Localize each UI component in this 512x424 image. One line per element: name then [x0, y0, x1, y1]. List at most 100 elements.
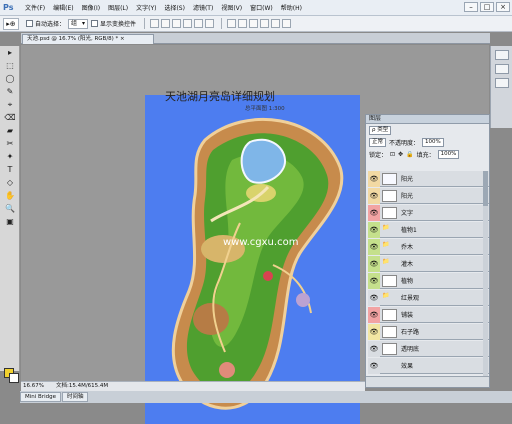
- visibility-eye-icon[interactable]: 👁: [368, 170, 380, 187]
- lock-pixels-icon[interactable]: ⊡: [390, 151, 395, 158]
- layer-thumbnail: [382, 308, 397, 321]
- menu-item-4[interactable]: 文字(Y): [132, 3, 160, 12]
- mini-bridge-tab[interactable]: Mini Bridge: [20, 392, 61, 402]
- map-title: 天池湖月亮岛详细规划: [165, 90, 275, 103]
- align-right-button[interactable]: [205, 19, 215, 28]
- tool-icon-8[interactable]: ✦: [2, 151, 18, 163]
- layer-row[interactable]: 👁 📁 红景观: [368, 289, 489, 306]
- show-transform-checkbox[interactable]: [91, 20, 99, 27]
- auto-select-value: 组: [71, 19, 78, 27]
- lock-all-icon[interactable]: 🔒: [406, 151, 413, 158]
- menu-item-3[interactable]: 图层(L): [104, 3, 132, 12]
- distribute-bottom-button[interactable]: [249, 19, 259, 28]
- tool-icon-9[interactable]: T: [2, 164, 18, 176]
- layer-row[interactable]: 👁 阳光: [368, 170, 489, 187]
- layer-row[interactable]: 👁 📁 植物1: [368, 221, 489, 238]
- layers-panel: 图层 ρ 类型 正常 不透明度： 100% 锁定： ⊡ ✥ 🔒 填充： 100%…: [365, 114, 490, 388]
- layer-row[interactable]: 👁 文字: [368, 204, 489, 221]
- layers-panel-icon[interactable]: [494, 78, 509, 88]
- minimize-button[interactable]: –: [464, 2, 478, 12]
- distribute-center-button[interactable]: [271, 19, 281, 28]
- tool-icon-2[interactable]: ◯: [2, 73, 18, 85]
- align-middle-button[interactable]: [161, 19, 171, 28]
- tool-icon-0[interactable]: ▸: [2, 47, 18, 59]
- align-top-button[interactable]: [150, 19, 160, 28]
- layer-row[interactable]: 👁 透明底: [368, 340, 489, 357]
- layer-row[interactable]: 👁 铺装: [368, 306, 489, 323]
- layers-scrollbar[interactable]: [483, 171, 488, 376]
- tool-icon-3[interactable]: ✎: [2, 86, 18, 98]
- folder-icon: 📁: [382, 291, 390, 299]
- properties-panel-icon[interactable]: [494, 64, 509, 74]
- tool-icon-12[interactable]: 🔍: [2, 203, 18, 215]
- tool-icon-10[interactable]: ◇: [2, 177, 18, 189]
- menu-item-0[interactable]: 文件(F): [21, 3, 49, 12]
- layer-name: 红景观: [401, 295, 420, 302]
- menu-item-6[interactable]: 滤镜(T): [189, 3, 217, 12]
- visibility-eye-icon[interactable]: 👁: [368, 306, 380, 323]
- tool-icon-11[interactable]: ✋: [2, 190, 18, 202]
- layer-thumbnail: [382, 172, 397, 185]
- visibility-eye-icon[interactable]: 👁: [368, 238, 380, 255]
- layer-row[interactable]: 👁 植物: [368, 272, 489, 289]
- menu-item-9[interactable]: 帮助(H): [277, 3, 306, 12]
- auto-select-dropdown[interactable]: 组 ▾: [68, 18, 89, 29]
- align-center-button[interactable]: [194, 19, 204, 28]
- zoom-level[interactable]: 16.67%: [23, 382, 44, 391]
- tool-icon-13[interactable]: ▣: [2, 216, 18, 228]
- close-button[interactable]: ×: [496, 2, 510, 12]
- tool-icon-1[interactable]: ⬚: [2, 60, 18, 72]
- document-tab[interactable]: 天池.psd @ 16.7% (阳光, RGB/8) * ×: [22, 34, 154, 44]
- fill-input[interactable]: 100%: [437, 149, 460, 159]
- tools-panel: ▸ ⬚ ◯ ✎ ⌖ ⌫ ▰ ✂ ✦ T ◇ ✋ 🔍 ▣: [0, 46, 20, 383]
- layer-thumbnail: [382, 189, 397, 202]
- history-panel-icon[interactable]: [494, 50, 509, 60]
- layer-row[interactable]: 👁 📁 乔木: [368, 238, 489, 255]
- menu-item-1[interactable]: 编辑(E): [49, 3, 77, 12]
- visibility-eye-icon[interactable]: 👁: [368, 323, 380, 340]
- distribute-middle-button[interactable]: [238, 19, 248, 28]
- menu-item-2[interactable]: 图像(I): [78, 3, 104, 12]
- visibility-eye-icon[interactable]: 👁: [368, 255, 380, 272]
- align-bottom-button[interactable]: [172, 19, 182, 28]
- bottom-panel-tabs: Mini Bridge 时间轴: [20, 391, 512, 403]
- tool-icon-4[interactable]: ⌖: [2, 99, 18, 111]
- chevron-down-icon: ▾: [82, 19, 86, 27]
- timeline-tab[interactable]: 时间轴: [61, 392, 89, 402]
- layer-type-filter[interactable]: ρ 类型: [369, 125, 392, 135]
- visibility-eye-icon[interactable]: 👁: [368, 340, 380, 357]
- visibility-eye-icon[interactable]: 👁: [368, 204, 380, 221]
- blend-mode-select[interactable]: 正常: [369, 137, 387, 147]
- visibility-eye-icon[interactable]: 👁: [368, 289, 380, 306]
- distribute-right-button[interactable]: [282, 19, 292, 28]
- visibility-eye-icon[interactable]: 👁: [368, 221, 380, 238]
- layer-thumbnail: [382, 206, 397, 219]
- folder-icon: 📁: [382, 240, 390, 248]
- tool-icon-5[interactable]: ⌫: [2, 112, 18, 124]
- options-divider: [221, 18, 223, 29]
- opacity-input[interactable]: 100%: [422, 137, 444, 147]
- tool-icon-7[interactable]: ✂: [2, 138, 18, 150]
- distribute-left-button[interactable]: [260, 19, 270, 28]
- visibility-eye-icon[interactable]: 👁: [368, 272, 380, 289]
- visibility-eye-icon[interactable]: 👁: [368, 357, 380, 374]
- layer-row[interactable]: 👁 石子路: [368, 323, 489, 340]
- distribute-top-button[interactable]: [227, 19, 237, 28]
- layer-row[interactable]: 👁 阳光: [368, 187, 489, 204]
- lock-position-icon[interactable]: ✥: [398, 151, 403, 158]
- layer-row[interactable]: 👁 效果: [368, 357, 489, 374]
- layer-thumbnail: [382, 325, 397, 338]
- auto-select-checkbox[interactable]: [26, 20, 33, 27]
- visibility-eye-icon[interactable]: 👁: [368, 187, 380, 204]
- menu-item-5[interactable]: 选择(S): [160, 3, 189, 12]
- layer-thumbnail: [382, 342, 397, 355]
- layers-scroll-thumb[interactable]: [483, 171, 488, 206]
- background-color-swatch[interactable]: [9, 373, 19, 383]
- menu-item-8[interactable]: 窗口(W): [246, 3, 277, 12]
- layer-row[interactable]: 👁 📁 灌木: [368, 255, 489, 272]
- align-left-button[interactable]: [183, 19, 193, 28]
- menu-item-7[interactable]: 视图(V): [217, 3, 246, 12]
- maximize-button[interactable]: □: [480, 2, 494, 12]
- tool-icon-6[interactable]: ▰: [2, 125, 18, 137]
- move-tool-preset-icon[interactable]: ▸⊕: [3, 17, 19, 30]
